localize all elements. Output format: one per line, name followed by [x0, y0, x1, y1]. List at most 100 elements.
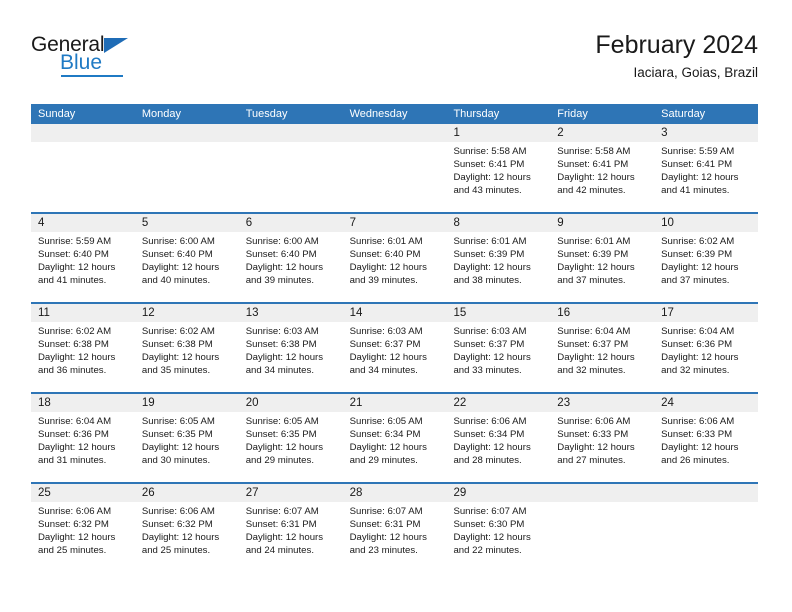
- logo-underline: [61, 75, 123, 77]
- day-number-band: 4 5 6 7 8 9 10: [31, 214, 758, 232]
- day-cell[interactable]: Sunrise: 6:06 AM Sunset: 6:32 PM Dayligh…: [135, 502, 239, 572]
- day-cell[interactable]: Sunrise: 6:06 AM Sunset: 6:33 PM Dayligh…: [550, 412, 654, 482]
- day-number[interactable]: 12: [135, 304, 239, 322]
- day-cell[interactable]: Sunrise: 6:05 AM Sunset: 6:35 PM Dayligh…: [239, 412, 343, 482]
- day-cell[interactable]: Sunrise: 6:03 AM Sunset: 6:38 PM Dayligh…: [239, 322, 343, 392]
- day-cell[interactable]: Sunrise: 6:05 AM Sunset: 6:35 PM Dayligh…: [135, 412, 239, 482]
- day-number[interactable]: 7: [343, 214, 447, 232]
- day-cell[interactable]: Sunrise: 6:06 AM Sunset: 6:34 PM Dayligh…: [446, 412, 550, 482]
- daylight-text-line2: and 29 minutes.: [349, 455, 418, 467]
- day-content-band: Sunrise: 6:06 AM Sunset: 6:32 PM Dayligh…: [31, 502, 758, 572]
- sunset-text: Sunset: 6:38 PM: [38, 339, 109, 351]
- day-cell[interactable]: Sunrise: 6:06 AM Sunset: 6:33 PM Dayligh…: [654, 412, 758, 482]
- day-number[interactable]: 20: [239, 394, 343, 412]
- day-number[interactable]: [550, 484, 654, 502]
- daylight-text-line1: Daylight: 12 hours: [245, 352, 324, 364]
- day-number[interactable]: 3: [654, 124, 758, 142]
- day-number[interactable]: 1: [446, 124, 550, 142]
- daylight-text-line1: Daylight: 12 hours: [141, 262, 220, 274]
- daylight-text-line1: Daylight: 12 hours: [349, 532, 427, 544]
- day-cell[interactable]: Sunrise: 6:00 AM Sunset: 6:40 PM Dayligh…: [239, 232, 343, 302]
- day-number[interactable]: 9: [550, 214, 654, 232]
- day-number[interactable]: 17: [654, 304, 758, 322]
- daylight-text-line1: Daylight: 12 hours: [349, 352, 427, 364]
- day-cell[interactable]: [135, 142, 239, 212]
- day-cell[interactable]: Sunrise: 5:58 AM Sunset: 6:41 PM Dayligh…: [446, 142, 550, 212]
- day-cell[interactable]: Sunrise: 5:59 AM Sunset: 6:41 PM Dayligh…: [654, 142, 758, 212]
- day-cell[interactable]: Sunrise: 5:59 AM Sunset: 6:40 PM Dayligh…: [31, 232, 135, 302]
- sunset-text: Sunset: 6:37 PM: [557, 339, 629, 351]
- day-number[interactable]: 28: [343, 484, 447, 502]
- day-number[interactable]: 8: [446, 214, 550, 232]
- day-number[interactable]: 22: [446, 394, 550, 412]
- daylight-text-line1: Daylight: 12 hours: [38, 262, 116, 274]
- sunrise-text: Sunrise: 6:06 AM: [141, 506, 215, 517]
- daylight-text-line2: and 41 minutes.: [38, 275, 107, 287]
- day-cell[interactable]: Sunrise: 6:07 AM Sunset: 6:31 PM Dayligh…: [239, 502, 343, 572]
- day-number[interactable]: 5: [135, 214, 239, 232]
- day-number[interactable]: 6: [239, 214, 343, 232]
- daylight-text-line1: Daylight: 12 hours: [38, 532, 116, 544]
- day-cell[interactable]: Sunrise: 6:02 AM Sunset: 6:38 PM Dayligh…: [31, 322, 135, 392]
- day-number[interactable]: 23: [550, 394, 654, 412]
- day-cell[interactable]: Sunrise: 6:07 AM Sunset: 6:31 PM Dayligh…: [343, 502, 447, 572]
- sunset-text: Sunset: 6:39 PM: [557, 249, 629, 261]
- day-cell[interactable]: [239, 142, 343, 212]
- day-number[interactable]: [31, 124, 135, 142]
- calendar-page: General Blue February 2024 Iaciara, Goia…: [0, 0, 792, 612]
- day-cell[interactable]: Sunrise: 6:07 AM Sunset: 6:30 PM Dayligh…: [446, 502, 550, 572]
- day-number[interactable]: 4: [31, 214, 135, 232]
- day-number[interactable]: 11: [31, 304, 135, 322]
- day-cell[interactable]: [343, 142, 447, 212]
- day-number[interactable]: [343, 124, 447, 142]
- calendar-table: Sunday Monday Tuesday Wednesday Thursday…: [31, 104, 758, 572]
- day-number[interactable]: 13: [239, 304, 343, 322]
- day-cell[interactable]: Sunrise: 6:04 AM Sunset: 6:37 PM Dayligh…: [550, 322, 654, 392]
- general-blue-logo[interactable]: General Blue: [31, 34, 151, 84]
- day-cell[interactable]: Sunrise: 6:01 AM Sunset: 6:39 PM Dayligh…: [550, 232, 654, 302]
- day-number[interactable]: 21: [343, 394, 447, 412]
- day-number[interactable]: 25: [31, 484, 135, 502]
- day-number-band: 18 19 20 21 22 23 24: [31, 394, 758, 412]
- day-number[interactable]: 26: [135, 484, 239, 502]
- daylight-text-line2: and 26 minutes.: [661, 455, 730, 467]
- day-cell[interactable]: Sunrise: 6:06 AM Sunset: 6:32 PM Dayligh…: [31, 502, 135, 572]
- day-number[interactable]: 16: [550, 304, 654, 322]
- daylight-text-line2: and 25 minutes.: [141, 545, 211, 557]
- day-cell[interactable]: Sunrise: 6:03 AM Sunset: 6:37 PM Dayligh…: [446, 322, 550, 392]
- day-number[interactable]: 14: [343, 304, 447, 322]
- day-cell[interactable]: [31, 142, 135, 212]
- day-number[interactable]: 19: [135, 394, 239, 412]
- day-cell[interactable]: Sunrise: 6:01 AM Sunset: 6:39 PM Dayligh…: [446, 232, 550, 302]
- day-cell[interactable]: [550, 502, 654, 572]
- day-cell[interactable]: Sunrise: 6:04 AM Sunset: 6:36 PM Dayligh…: [654, 322, 758, 392]
- daylight-text-line1: Daylight: 12 hours: [349, 262, 427, 274]
- day-cell[interactable]: [654, 502, 758, 572]
- sunrise-text: Sunrise: 6:02 AM: [38, 326, 112, 337]
- daylight-text-line2: and 32 minutes.: [557, 365, 626, 377]
- daylight-text-line1: Daylight: 12 hours: [557, 352, 635, 364]
- day-cell[interactable]: Sunrise: 6:01 AM Sunset: 6:40 PM Dayligh…: [343, 232, 447, 302]
- day-number[interactable]: 10: [654, 214, 758, 232]
- day-number[interactable]: 24: [654, 394, 758, 412]
- daylight-text-line2: and 31 minutes.: [38, 455, 107, 467]
- sunset-text: Sunset: 6:31 PM: [245, 519, 317, 531]
- day-cell[interactable]: Sunrise: 6:00 AM Sunset: 6:40 PM Dayligh…: [135, 232, 239, 302]
- sunset-text: Sunset: 6:40 PM: [245, 249, 317, 261]
- day-number[interactable]: [135, 124, 239, 142]
- day-cell[interactable]: Sunrise: 6:03 AM Sunset: 6:37 PM Dayligh…: [343, 322, 447, 392]
- day-number[interactable]: [239, 124, 343, 142]
- day-number[interactable]: 2: [550, 124, 654, 142]
- day-cell[interactable]: Sunrise: 6:02 AM Sunset: 6:38 PM Dayligh…: [135, 322, 239, 392]
- daylight-text-line1: Daylight: 12 hours: [557, 442, 635, 454]
- day-number[interactable]: 15: [446, 304, 550, 322]
- day-cell[interactable]: Sunrise: 5:58 AM Sunset: 6:41 PM Dayligh…: [550, 142, 654, 212]
- day-number[interactable]: [654, 484, 758, 502]
- day-cell[interactable]: Sunrise: 6:04 AM Sunset: 6:36 PM Dayligh…: [31, 412, 135, 482]
- day-cell[interactable]: Sunrise: 6:05 AM Sunset: 6:34 PM Dayligh…: [343, 412, 447, 482]
- day-number[interactable]: 27: [239, 484, 343, 502]
- day-number[interactable]: 29: [446, 484, 550, 502]
- day-cell[interactable]: Sunrise: 6:02 AM Sunset: 6:39 PM Dayligh…: [654, 232, 758, 302]
- day-number[interactable]: 18: [31, 394, 135, 412]
- daylight-text-line1: Daylight: 12 hours: [245, 532, 324, 544]
